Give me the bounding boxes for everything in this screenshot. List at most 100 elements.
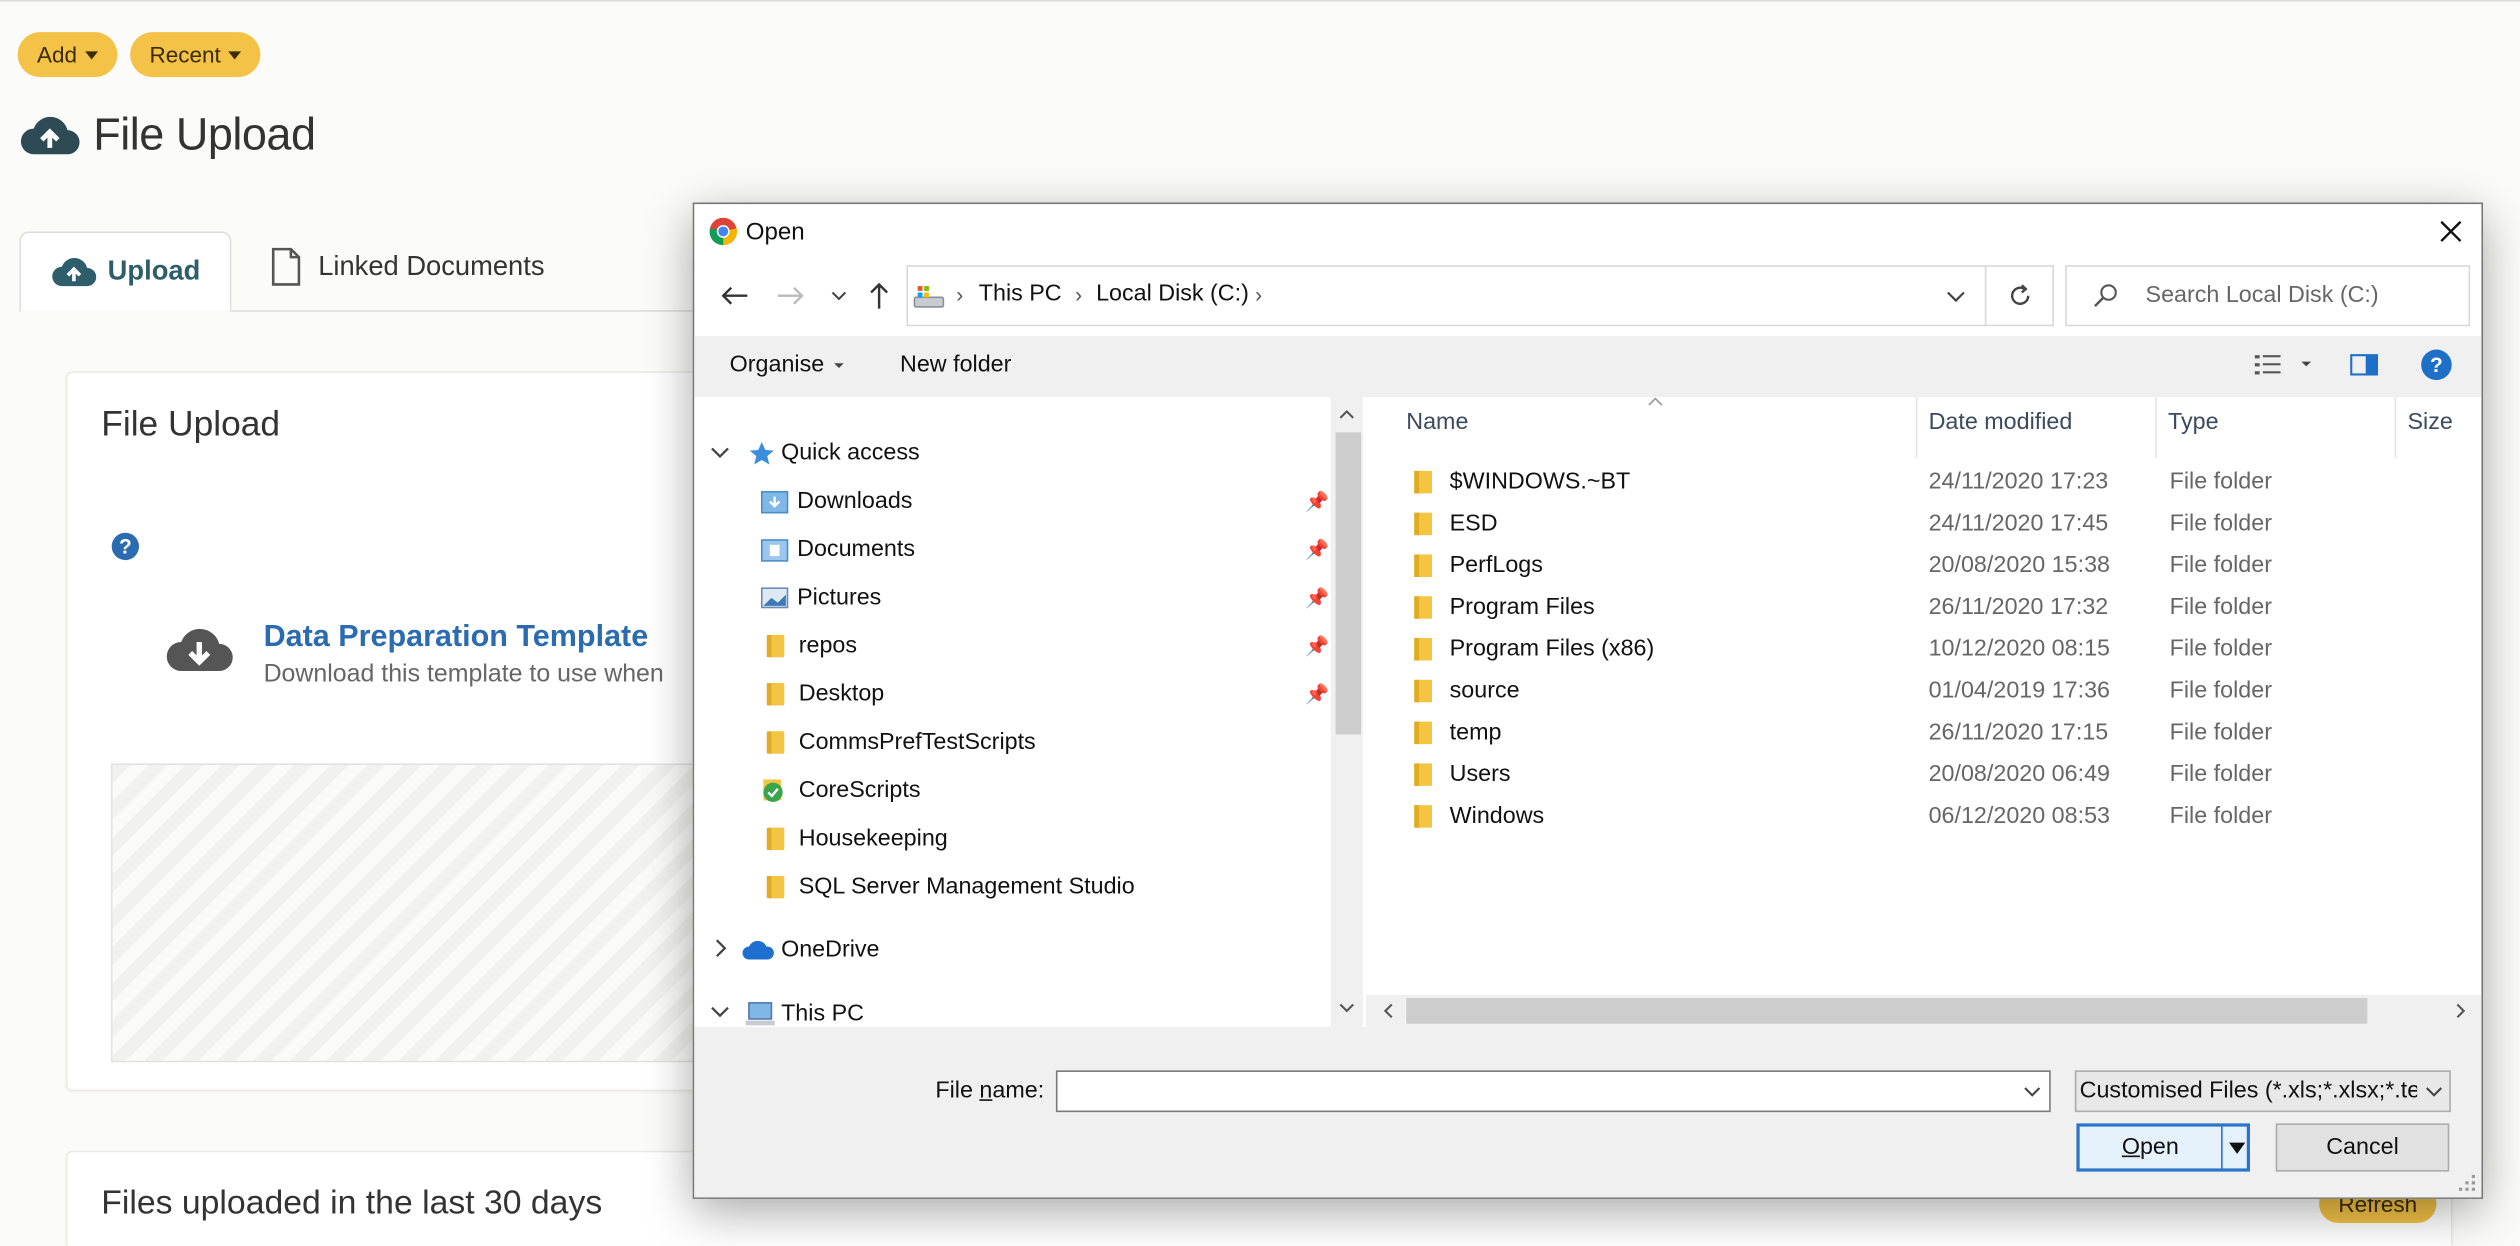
file-row[interactable]: Windows 06/12/2020 08:53 File folder	[1366, 796, 2481, 838]
column-date-modified[interactable]: Date modified	[1929, 410, 2073, 436]
recent-files-title: Files uploaded in the last 30 days	[101, 1184, 603, 1222]
help-icon[interactable]: ?	[111, 532, 140, 561]
search-box[interactable]: Search Local Disk (C:)	[2065, 265, 2471, 327]
folder-icon	[1414, 679, 1432, 703]
file-row[interactable]: temp 26/11/2020 17:15 File folder	[1366, 712, 2481, 754]
column-header-row: Name Date modified Type Size	[1366, 396, 2481, 459]
cloud-download-icon[interactable]	[164, 620, 235, 678]
breadcrumb-this-pc[interactable]: This PC	[979, 281, 1062, 307]
refresh-location-button[interactable]	[1986, 265, 2054, 327]
file-row[interactable]: Program Files 26/11/2020 17:32 File folder	[1366, 587, 2481, 629]
column-name[interactable]: Name	[1406, 410, 1468, 436]
help-icon[interactable]: ?	[2420, 349, 2452, 381]
nav-item-quick-access[interactable]: Quick access	[747, 431, 920, 476]
nav-item-corescripts[interactable]: CoreScripts	[760, 768, 920, 813]
file-row[interactable]: Users 20/08/2020 06:49 File folder	[1366, 754, 2481, 796]
file-row[interactable]: source 01/04/2019 17:36 File folder	[1366, 670, 2481, 712]
search-icon	[2094, 284, 2117, 308]
filter-dropdown-icon[interactable]	[2425, 1086, 2443, 1097]
nav-item-ssms[interactable]: SQL Server Management Studio	[766, 865, 1135, 910]
pin-icon[interactable]: 📌	[1305, 540, 1329, 559]
resize-grip-icon[interactable]	[2458, 1174, 2476, 1191]
folder-icon	[1414, 596, 1432, 619]
forward-arrow-icon[interactable]	[776, 284, 805, 307]
synced-folder-icon	[763, 779, 783, 802]
nav-item-commsprefTestScripts[interactable]: CommsPrefTestScripts	[766, 720, 1036, 765]
nav-item-housekeeping[interactable]: Housekeeping	[766, 816, 948, 861]
file-name-input[interactable]	[1055, 1070, 2051, 1113]
nav-item-downloads[interactable]: Downloads	[760, 479, 912, 524]
organise-label: Organise	[729, 351, 825, 378]
open-button[interactable]: Open	[2076, 1123, 2251, 1172]
pin-icon[interactable]: 📌	[1305, 636, 1329, 655]
folder-icon	[766, 875, 785, 899]
cancel-button[interactable]: Cancel	[2275, 1123, 2450, 1172]
nav-item-repos[interactable]: repos	[766, 624, 858, 669]
nav-item-pictures[interactable]: Pictures	[760, 575, 881, 620]
tab-linked-label: Linked Documents	[318, 250, 545, 282]
file-type: File folder	[2169, 636, 2272, 663]
file-date: 20/08/2020 15:38	[1928, 552, 2111, 579]
open-options-dropdown-icon[interactable]	[2229, 1142, 2246, 1154]
file-row[interactable]: ESD 24/11/2020 17:45 File folder	[1366, 503, 2481, 545]
tab-upload[interactable]: Upload	[19, 231, 232, 312]
nav-scroll-thumb[interactable]	[1335, 432, 1362, 735]
back-arrow-icon[interactable]	[720, 284, 749, 307]
add-button-label: Add	[36, 41, 78, 68]
template-link[interactable]: Data Preparation Template	[264, 620, 649, 655]
tab-linked-documents[interactable]: Linked Documents	[270, 247, 545, 287]
file-name-label: File name:	[935, 1078, 1045, 1105]
breadcrumb-local-disk[interactable]: Local Disk (C:)	[1096, 281, 1249, 307]
scroll-right-icon[interactable]	[2456, 1003, 2467, 1019]
scroll-up-icon[interactable]	[1339, 408, 1355, 419]
folder-icon	[1414, 805, 1432, 828]
file-date: 24/11/2020 17:23	[1928, 469, 2109, 496]
column-type[interactable]: Type	[2168, 410, 2219, 436]
breadcrumb-separator-icon: ›	[956, 282, 964, 307]
computer-icon	[745, 1002, 775, 1026]
file-row[interactable]: PerfLogs 20/08/2020 15:38 File folder	[1366, 545, 2481, 587]
close-icon[interactable]	[2438, 219, 2464, 245]
organise-button[interactable]: Organise	[730, 352, 844, 378]
add-button[interactable]: Add	[17, 32, 118, 78]
folder-icon	[766, 683, 785, 706]
nav-item-onedrive[interactable]: OneDrive	[741, 927, 880, 972]
file-name: source	[1449, 678, 1520, 704]
file-list-scroll-thumb[interactable]	[1406, 998, 2368, 1024]
refresh-icon	[2010, 284, 2029, 305]
expand-chevron-icon[interactable]	[710, 1004, 729, 1020]
expand-chevron-icon[interactable]	[710, 445, 729, 461]
file-type-filter[interactable]: Customised Files (*.xls;*.xlsx;*.te	[2074, 1070, 2451, 1113]
file-list: Name Date modified Type Size $WINDOWS.~B…	[1366, 396, 2481, 995]
file-name: Program Files	[1449, 594, 1595, 621]
recent-locations-chevron-icon[interactable]	[831, 289, 847, 302]
address-dropdown-icon[interactable]	[1946, 291, 1965, 304]
new-folder-button[interactable]: New folder	[900, 352, 1011, 378]
file-date: 26/11/2020 17:15	[1928, 720, 2109, 746]
view-dropdown-icon[interactable]	[2301, 361, 2312, 367]
column-size[interactable]: Size	[2408, 410, 2453, 436]
view-options-icon[interactable]	[2253, 352, 2282, 378]
column-separator	[2394, 396, 2397, 459]
file-row[interactable]: Program Files (x86) 10/12/2020 08:15 File …	[1366, 628, 2481, 670]
open-button-label: Open	[2121, 1134, 2179, 1161]
expand-chevron-icon[interactable]	[714, 939, 727, 958]
recent-button[interactable]: Recent	[130, 32, 261, 78]
address-bar[interactable]: › This PC › Local Disk (C:) ›	[906, 265, 1987, 327]
up-arrow-icon[interactable]	[868, 281, 891, 310]
pin-icon[interactable]: 📌	[1305, 588, 1329, 607]
scroll-left-icon[interactable]	[1382, 1003, 1393, 1019]
file-row[interactable]: $WINDOWS.~BT 24/11/2020 17:23 File folder	[1366, 461, 2481, 503]
nav-item-this-pc[interactable]: This PC	[744, 992, 864, 1027]
pin-icon[interactable]: 📌	[1305, 492, 1329, 511]
pin-icon[interactable]: 📌	[1305, 685, 1329, 704]
caret-down-icon	[85, 50, 98, 59]
split-divider	[2221, 1126, 2223, 1169]
nav-item-desktop[interactable]: Desktop	[766, 672, 884, 717]
scroll-down-icon[interactable]	[1339, 1003, 1355, 1014]
nav-item-documents[interactable]: Documents	[760, 527, 915, 572]
sort-ascending-icon	[1648, 397, 1663, 406]
preview-pane-icon[interactable]	[2350, 352, 2379, 378]
nav-item-label: repos	[798, 633, 858, 659]
file-name-dropdown-icon[interactable]	[2023, 1086, 2041, 1097]
